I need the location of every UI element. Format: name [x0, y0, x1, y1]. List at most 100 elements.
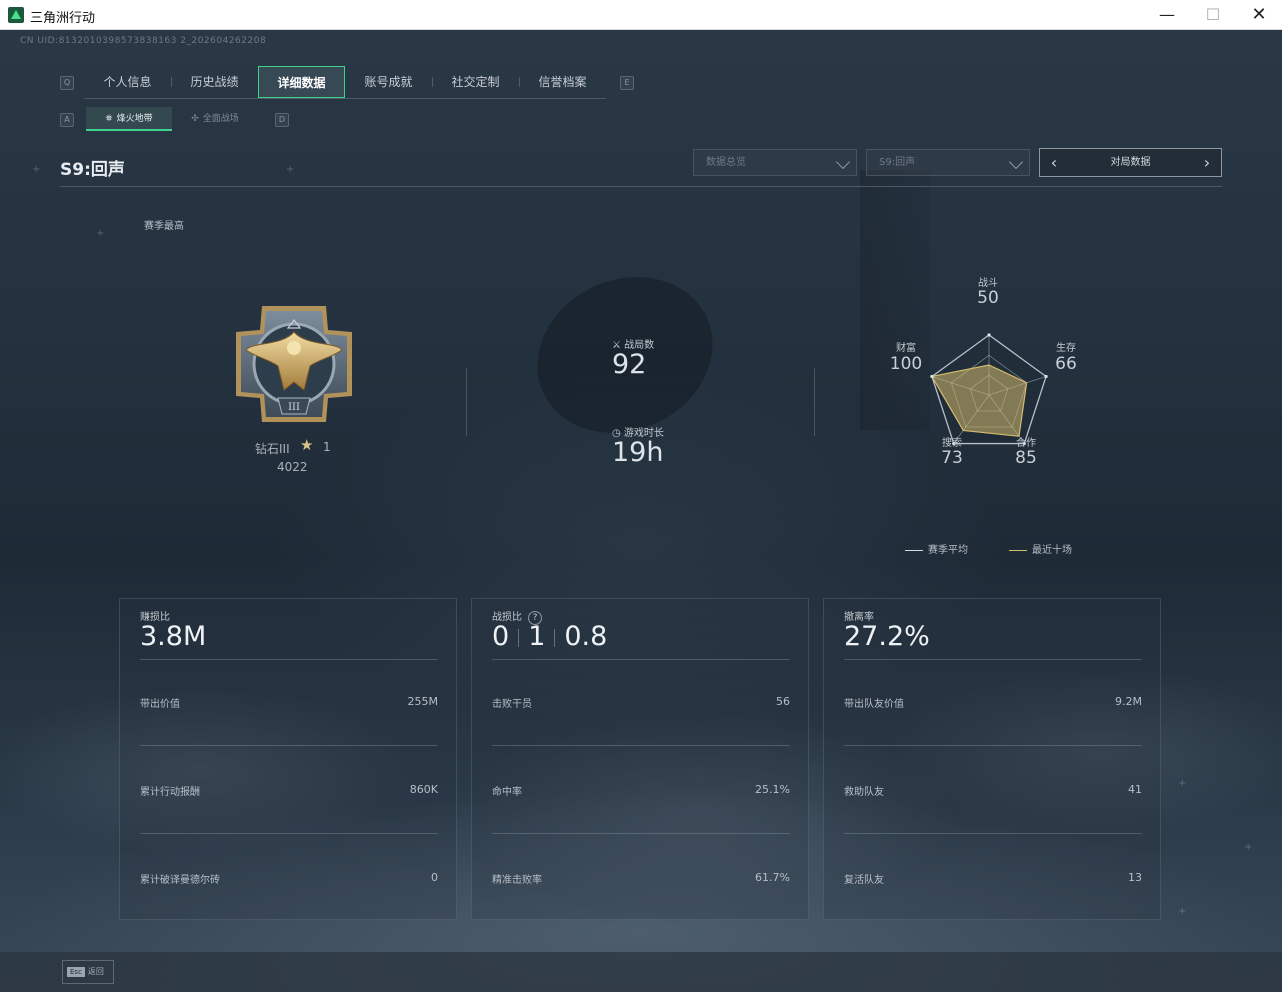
- header-divider: [60, 186, 1222, 187]
- radar-axis-value-combat: 50: [977, 288, 999, 308]
- tab-social[interactable]: 社交定制: [432, 66, 519, 98]
- season-dropdown[interactable]: S9:回声: [866, 149, 1030, 176]
- playtime-value: 19h: [612, 437, 664, 468]
- extraction-mode-icon: ⛯: [105, 114, 113, 124]
- decor-plus-icon: +: [286, 164, 295, 175]
- mode-subtabs: ⛯ 烽火地带 ✣ 全面战场: [86, 107, 258, 131]
- back-button[interactable]: Esc 返回: [62, 960, 114, 984]
- subtab-extraction[interactable]: ⛯ 烽火地带: [86, 107, 172, 131]
- radar-axis-value-search: 73: [941, 448, 963, 468]
- data-type-dropdown[interactable]: 数据总览: [693, 149, 857, 176]
- esc-key-icon: Esc: [67, 967, 85, 977]
- radar-axis-value-cooperation: 85: [1015, 448, 1037, 468]
- stat-value: 25.1%: [755, 783, 790, 796]
- card-head-value: 3.8M: [140, 621, 207, 652]
- stat-label: 带出价值: [140, 699, 180, 710]
- subtab-prev-key[interactable]: A: [60, 113, 74, 127]
- main-tabs: 个人信息 历史战绩 详细数据 账号成就 社交定制 信誉档案: [84, 66, 606, 99]
- card-divider: [492, 659, 790, 660]
- radar-axis-label-cooperation: 合作: [1016, 438, 1036, 449]
- legend-swatch: [1009, 549, 1027, 551]
- stat-value: 13: [1128, 871, 1142, 884]
- radar-axis-dot: [930, 374, 934, 379]
- season-title: S9:回声: [60, 160, 125, 180]
- kd-card: 战损比? 0 1 0.8 击败干员 56 命中率 25.1% 精准击败率 61.7%: [471, 598, 809, 920]
- card-divider: [140, 833, 438, 834]
- window-title: 三角洲行动: [30, 11, 96, 26]
- card-divider: [844, 833, 1142, 834]
- radar-axis-label-survival: 生存: [1056, 343, 1076, 354]
- stat-label: 救助队友: [844, 787, 884, 798]
- legend-season-average: 赛季平均: [905, 541, 968, 556]
- stat-value: 61.7%: [755, 871, 790, 884]
- minimize-button[interactable]: —: [1144, 0, 1190, 30]
- radar-axis-value-wealth: 100: [889, 354, 923, 374]
- card-divider: [140, 659, 438, 660]
- extraction-rate-card: 撤离率 27.2% 带出队友价值 9.2M 救助队友 41 复活队友 13: [823, 598, 1161, 920]
- section-divider: [814, 368, 815, 436]
- close-button[interactable]: ✕: [1236, 0, 1282, 30]
- warfare-mode-icon: ✣: [191, 114, 199, 124]
- tab-reputation[interactable]: 信誉档案: [519, 66, 606, 98]
- decor-plus-icon: +: [96, 228, 105, 239]
- tab-prev-key[interactable]: Q: [60, 76, 74, 90]
- matches-value: 92: [612, 349, 647, 380]
- stat-label: 复活队友: [844, 875, 884, 886]
- playtime-stat: ◷ 游戏时长 19h: [612, 428, 664, 468]
- decor-plus-icon: +: [1178, 778, 1187, 789]
- legend-recent-ten: 最近十场: [1009, 541, 1072, 556]
- legend-swatch: [905, 549, 923, 551]
- rank-badge: III: [232, 302, 356, 426]
- rank-score: 4022: [277, 460, 308, 474]
- stat-label: 精准击败率: [492, 875, 542, 886]
- card-divider: [492, 833, 790, 834]
- game-stage: CN UID:8132010398573838163 2_20260426220…: [0, 30, 1282, 992]
- card-divider: [844, 745, 1142, 746]
- chevron-left-icon[interactable]: ‹: [1044, 149, 1064, 176]
- decor-plus-icon: +: [1244, 842, 1253, 853]
- stat-label: 累计破译曼德尔砖: [140, 875, 220, 886]
- diamond-rank-emblem-icon: III: [236, 306, 352, 422]
- tab-next-key[interactable]: E: [620, 76, 634, 90]
- app-logo-icon: [8, 7, 24, 23]
- stat-value: 56: [776, 695, 790, 708]
- radar-axis-value-survival: 66: [1055, 354, 1077, 374]
- card-divider: [844, 659, 1142, 660]
- chevron-right-icon[interactable]: ›: [1197, 149, 1217, 176]
- decor-plus-icon: +: [1178, 906, 1187, 917]
- radar-axis-label-wealth: 财富: [896, 343, 916, 354]
- subtab-warfare[interactable]: ✣ 全面战场: [172, 107, 258, 131]
- radar-series-recent-ten: [930, 364, 1028, 437]
- tab-detailed-data[interactable]: 详细数据: [258, 66, 345, 98]
- radar-axis-dot: [1044, 374, 1048, 379]
- card-divider: [492, 745, 790, 746]
- stat-value: 0: [431, 871, 438, 884]
- maximize-button[interactable]: ☐: [1190, 0, 1236, 30]
- matches-stat: ⚔ 战局数 92: [612, 340, 655, 380]
- tab-history[interactable]: 历史战绩: [171, 66, 258, 98]
- stat-value: 41: [1128, 783, 1142, 796]
- stat-label: 带出队友价值: [844, 699, 904, 710]
- subtab-next-key[interactable]: D: [275, 113, 289, 127]
- stat-label: 命中率: [492, 787, 522, 798]
- stat-label: 击败干员: [492, 699, 532, 710]
- player-uid: CN UID:8132010398573838163 2_20260426220…: [20, 36, 267, 46]
- window-titlebar: 三角洲行动 — ☐ ✕: [0, 0, 1282, 30]
- svg-text:III: III: [288, 402, 300, 413]
- chevron-down-icon: [1008, 154, 1024, 170]
- radar-axis-label-search: 搜索: [942, 438, 962, 449]
- rank-star-count: 1: [323, 440, 331, 454]
- profit-loss-card: 赚损比 3.8M 带出价值 255M 累计行动报酬 860K 累计破译曼德尔砖 …: [119, 598, 457, 920]
- section-divider: [466, 368, 467, 436]
- card-head-value: 27.2%: [844, 621, 930, 652]
- stat-value: 860K: [409, 783, 438, 796]
- tab-personal-info[interactable]: 个人信息: [84, 66, 171, 98]
- tab-achievements[interactable]: 账号成就: [345, 66, 432, 98]
- footer-bar: [0, 952, 1282, 992]
- rank-star-icon: ★: [300, 436, 314, 454]
- kd-values: 0 1 0.8: [492, 621, 608, 652]
- radar-axis-label-combat: 战斗: [978, 278, 998, 289]
- season-best-label: 赛季最高: [144, 221, 184, 232]
- stat-value: 9.2M: [1115, 695, 1142, 708]
- decor-plus-icon: +: [32, 164, 41, 175]
